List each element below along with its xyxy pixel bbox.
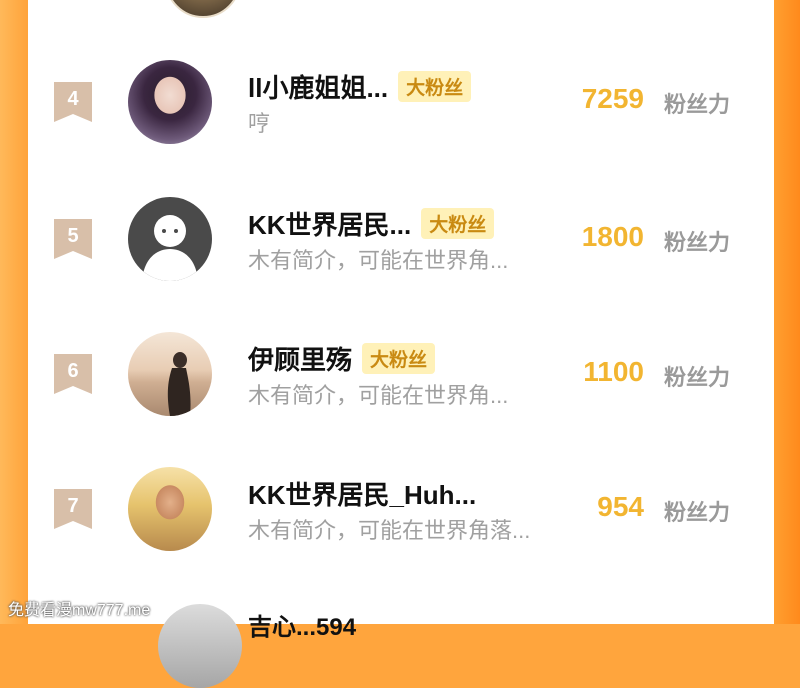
list-item[interactable]: 5 KK世界居民... 大粉丝 木有简介，可能在世界角... 1800 粉丝力 (28, 187, 774, 287)
rank-badge: 7 (54, 489, 92, 533)
watermark: 免费看漫mw777.me (8, 602, 151, 619)
rank-number: 7 (67, 495, 79, 517)
rank-number: 5 (67, 225, 79, 247)
user-name[interactable]: 伊顾里殇 (248, 340, 352, 377)
avatar[interactable] (128, 197, 212, 281)
fan-power-label: 粉丝力 (663, 92, 730, 117)
rank-number: 4 (67, 88, 79, 110)
rank-badge: 4 (54, 82, 92, 126)
fan-power-count: 954 (597, 491, 644, 522)
list-item[interactable]: 4 ll小鹿姐姐... 大粉丝 哼 7259 粉丝力 (28, 50, 774, 150)
default-user-icon (142, 215, 198, 281)
fan-level-badge: 大粉丝 (421, 207, 495, 239)
user-name[interactable]: ll小鹿姐姐... (248, 68, 388, 105)
list-item[interactable]: 6 伊顾里殇 大粉丝 木有简介，可能在世界角... 1100 粉丝力 (28, 322, 774, 422)
user-bio: 哼 (248, 111, 271, 136)
rank-badge: 5 (54, 219, 92, 263)
avatar[interactable] (128, 467, 212, 551)
list-item[interactable]: 7 KK世界居民_Huh... 木有简介，可能在世界角落... 954 粉丝力 (28, 457, 774, 557)
avatar[interactable] (128, 332, 212, 416)
fan-ranking-card: 4 ll小鹿姐姐... 大粉丝 哼 7259 粉丝力 5 KK世界居民... 大… (28, 0, 774, 688)
silhouette-image (167, 352, 191, 416)
fan-level-badge: 大粉丝 (398, 70, 472, 102)
left-frame (0, 0, 28, 624)
rank-number: 6 (67, 360, 79, 382)
avatar[interactable] (128, 60, 212, 144)
user-bio: 木有简介，可能在世界角落... (248, 518, 531, 543)
user-bio: 木有简介，可能在世界角... (248, 248, 509, 273)
avatar[interactable] (165, 0, 241, 18)
fan-power-label: 粉丝力 (663, 365, 730, 390)
user-name[interactable]: KK世界居民_Huh... (248, 475, 476, 512)
avatar[interactable] (158, 604, 242, 688)
user-name[interactable]: 吉心...594 (248, 607, 356, 642)
fan-level-badge: 大粉丝 (362, 342, 436, 374)
user-name[interactable]: KK世界居民... (248, 205, 411, 242)
fan-power-count: 1100 (583, 356, 644, 387)
rank-badge: 6 (54, 354, 92, 398)
user-bio: 木有简介，可能在世界角... (248, 383, 509, 408)
fan-power-count: 7259 (581, 83, 644, 114)
fan-power-label: 粉丝力 (663, 500, 730, 525)
fan-power-label: 粉丝力 (663, 230, 730, 255)
right-frame (774, 0, 800, 624)
fan-power-count: 1800 (581, 221, 644, 252)
